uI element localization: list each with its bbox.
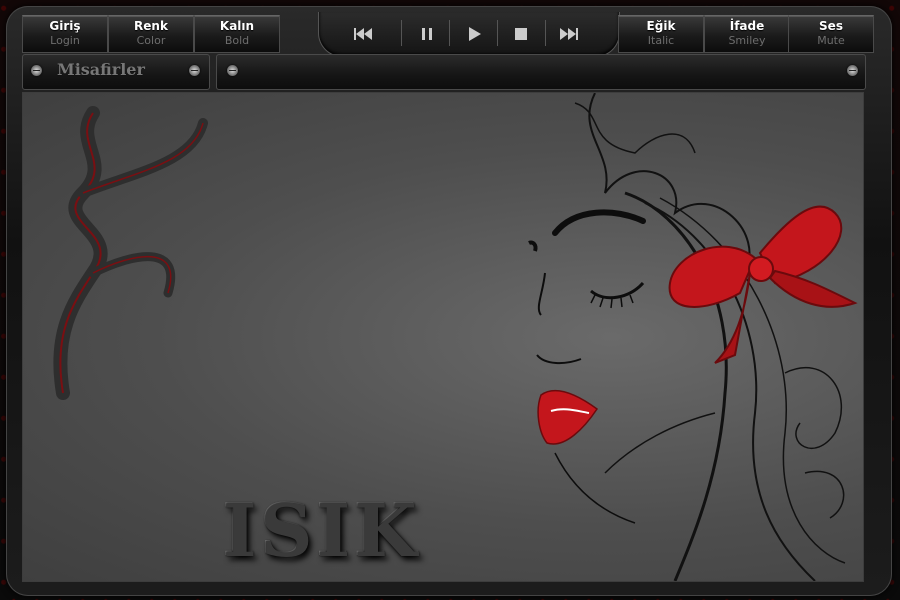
bold-sublabel: Bold xyxy=(224,34,250,47)
isik-logo: ISIK xyxy=(223,488,421,573)
login-sublabel: Login xyxy=(50,34,80,47)
transport-divider xyxy=(545,20,546,46)
chat-panel-header xyxy=(216,54,866,90)
transport-divider xyxy=(497,20,498,46)
chat-stage: ISIK xyxy=(22,92,864,582)
chat-left-knob-icon[interactable] xyxy=(227,65,238,76)
toolbar: Giriş Login Renk Color Kalın Bold Eğik I… xyxy=(20,12,874,57)
media-transport xyxy=(318,12,620,57)
mute-label: Ses xyxy=(819,19,843,33)
mute-button[interactable]: Ses Mute xyxy=(788,15,874,53)
bold-label: Kalın xyxy=(219,19,255,33)
woman-face-illustration xyxy=(528,93,858,581)
color-label: Renk xyxy=(134,19,168,33)
guests-panel-header: Misafirler xyxy=(22,54,210,90)
login-label: Giriş xyxy=(49,19,81,33)
play-icon[interactable] xyxy=(455,18,495,50)
italic-button[interactable]: Eğik Italic xyxy=(618,15,704,53)
tribal-ornament-icon xyxy=(53,106,208,400)
next-icon[interactable] xyxy=(549,18,589,50)
bold-button[interactable]: Kalın Bold xyxy=(194,15,280,53)
mute-sublabel: Mute xyxy=(817,34,845,47)
guests-title: Misafirler xyxy=(57,60,145,79)
smiley-button[interactable]: İfade Smiley xyxy=(704,15,790,53)
chat-right-knob-icon[interactable] xyxy=(847,65,858,76)
transport-divider xyxy=(449,20,450,46)
login-button[interactable]: Giriş Login xyxy=(22,15,108,53)
color-sublabel: Color xyxy=(136,34,166,47)
color-button[interactable]: Renk Color xyxy=(108,15,194,53)
pause-icon[interactable] xyxy=(407,18,447,50)
italic-sublabel: Italic xyxy=(647,34,675,47)
previous-icon[interactable] xyxy=(343,18,383,50)
stop-icon[interactable] xyxy=(501,18,541,50)
transport-divider xyxy=(401,20,402,46)
smiley-label: İfade xyxy=(729,19,765,33)
guests-right-knob-icon[interactable] xyxy=(189,65,200,76)
guests-left-knob-icon[interactable] xyxy=(31,65,42,76)
app-window: Giriş Login Renk Color Kalın Bold Eğik I… xyxy=(0,0,900,600)
red-bow-icon xyxy=(668,205,858,364)
smiley-sublabel: Smiley xyxy=(728,34,766,47)
italic-label: Eğik xyxy=(646,19,676,33)
